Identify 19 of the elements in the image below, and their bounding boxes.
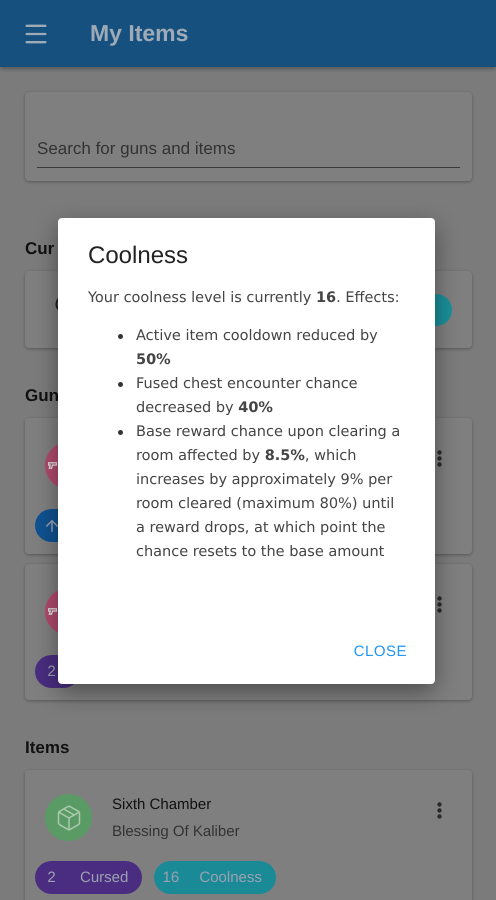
dialog-title: Coolness [88,242,188,270]
badge-count: 16 [162,868,180,888]
effect-text: Fused chest encounter chance decreased by 40% [136,375,359,418]
dialog-text: Your coolness level is currently 16. Effects: [88,290,400,306]
section-heading: Cur [25,239,54,259]
badge-count: 2 [46,868,57,888]
badge-label: Cursed [80,869,128,886]
badge-label: Coolness [199,869,262,886]
app-title: My Items [90,20,188,47]
effect-text: Base reward chance upon clearing a room affected by 8.5%, which increases by approximately 9% per room cleared (maximum 80%) until a reward drops, at which point the chance resets to the base amount [136,423,402,562]
item-name: Sixth Chamber [112,796,212,812]
section-heading: Gun [25,386,59,406]
search-input[interactable]: Search for guns and items [37,133,460,168]
item-subtitle: Blessing Of Kaliber [112,822,241,840]
search-field[interactable]: Search for guns and items [25,92,472,181]
effect-text: Active item cooldown reduced by 50% [136,327,379,370]
badge-count: 2 [46,662,57,682]
section-heading: Items [25,738,70,758]
close-button[interactable]: CLOSE [354,637,407,666]
